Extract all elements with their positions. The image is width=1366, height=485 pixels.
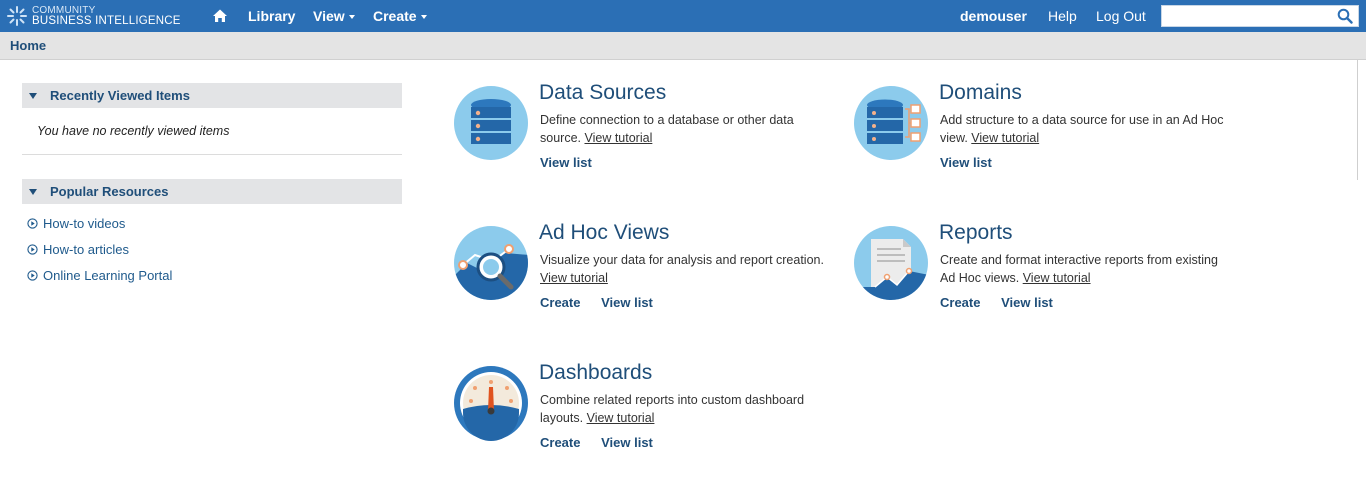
gauge-icon[interactable] <box>453 365 529 441</box>
resource-link-learning-portal[interactable]: Online Learning Portal <box>27 268 172 283</box>
card-title[interactable]: Data Sources <box>539 81 666 105</box>
popular-resources-header[interactable]: Popular Resources <box>22 179 402 204</box>
brand-logo[interactable]: COMMUNITY BUSINESS INTELLIGENCE <box>6 5 181 27</box>
card-description: Combine related reports into custom dash… <box>540 391 830 427</box>
logout-link[interactable]: Log Out <box>1096 8 1146 24</box>
card-actions: Create View list <box>540 295 670 310</box>
card-actions: Create View list <box>940 295 1070 310</box>
nav-create-menu[interactable]: Create <box>373 8 427 24</box>
card-description: Create and format interactive reports fr… <box>940 251 1230 287</box>
scrollbar-track[interactable] <box>1357 60 1358 180</box>
card-title[interactable]: Domains <box>939 81 1022 105</box>
chevron-down-icon <box>420 15 427 19</box>
popular-resources-title: Popular Resources <box>50 184 169 199</box>
recent-items-title: Recently Viewed Items <box>50 88 190 103</box>
search-icon[interactable] <box>1337 8 1353 24</box>
sparkle-logo-icon <box>7 6 27 26</box>
view-tutorial-link[interactable]: View tutorial <box>1023 271 1091 285</box>
collapse-triangle-icon <box>29 93 37 99</box>
nav-view-label: View <box>313 8 345 24</box>
card-actions: View list <box>940 155 1009 170</box>
card-title[interactable]: Dashboards <box>539 361 652 385</box>
create-link[interactable]: Create <box>540 435 580 450</box>
chevron-down-icon <box>348 15 355 19</box>
view-tutorial-link[interactable]: View tutorial <box>587 411 655 425</box>
nav-view-menu[interactable]: View <box>313 8 355 24</box>
resource-link-howto-articles[interactable]: How-to articles <box>27 242 129 257</box>
recent-items-header[interactable]: Recently Viewed Items <box>22 83 402 108</box>
create-link[interactable]: Create <box>940 295 980 310</box>
view-list-link[interactable]: View list <box>1001 295 1053 310</box>
create-link[interactable]: Create <box>540 295 580 310</box>
home-icon[interactable] <box>212 8 228 24</box>
collapse-triangle-icon <box>29 189 37 195</box>
view-tutorial-link[interactable]: View tutorial <box>584 131 652 145</box>
view-tutorial-link[interactable]: View tutorial <box>971 131 1039 145</box>
search-box <box>1161 5 1359 27</box>
play-circle-icon <box>27 244 38 255</box>
resource-link-label: How-to articles <box>43 242 129 257</box>
play-circle-icon <box>27 218 38 229</box>
resource-link-label: How-to videos <box>43 216 126 231</box>
card-desc-text: Define connection to a database or other… <box>540 113 794 145</box>
database-icon[interactable] <box>453 85 529 161</box>
card-actions: Create View list <box>540 435 670 450</box>
user-menu[interactable]: demouser <box>960 8 1027 24</box>
help-link[interactable]: Help <box>1048 8 1077 24</box>
resource-link-howto-videos[interactable]: How-to videos <box>27 216 125 231</box>
nav-library[interactable]: Library <box>248 8 295 24</box>
top-nav-bar: COMMUNITY BUSINESS INTELLIGENCE Library … <box>0 0 1366 32</box>
card-title[interactable]: Reports <box>939 221 1013 245</box>
card-description: Visualize your data for analysis and rep… <box>540 251 830 287</box>
search-input[interactable] <box>1162 6 1332 26</box>
view-list-link[interactable]: View list <box>601 295 653 310</box>
nav-create-label: Create <box>373 8 417 24</box>
recent-items-empty: You have no recently viewed items <box>37 124 230 138</box>
card-title[interactable]: Ad Hoc Views <box>539 221 669 245</box>
breadcrumb: Home <box>10 38 47 53</box>
report-document-icon[interactable] <box>853 225 929 301</box>
card-actions: View list <box>540 155 609 170</box>
brand-text: COMMUNITY BUSINESS INTELLIGENCE <box>32 6 181 27</box>
view-list-link[interactable]: View list <box>940 155 992 170</box>
card-description: Define connection to a database or other… <box>540 111 830 147</box>
resource-link-label: Online Learning Portal <box>43 268 173 283</box>
breadcrumb-bar: Home <box>0 32 1366 60</box>
view-list-link[interactable]: View list <box>540 155 592 170</box>
brand-line-2: BUSINESS INTELLIGENCE <box>32 15 181 27</box>
panel-divider <box>22 154 402 155</box>
card-description: Add structure to a data source for use i… <box>940 111 1230 147</box>
card-desc-text: Visualize your data for analysis and rep… <box>540 253 824 267</box>
domain-database-icon[interactable] <box>853 85 929 161</box>
card-desc-text: Combine related reports into custom dash… <box>540 393 805 425</box>
view-tutorial-link[interactable]: View tutorial <box>540 271 608 285</box>
magnifier-chart-icon[interactable] <box>453 225 529 301</box>
view-list-link[interactable]: View list <box>601 435 653 450</box>
play-circle-icon <box>27 270 38 281</box>
